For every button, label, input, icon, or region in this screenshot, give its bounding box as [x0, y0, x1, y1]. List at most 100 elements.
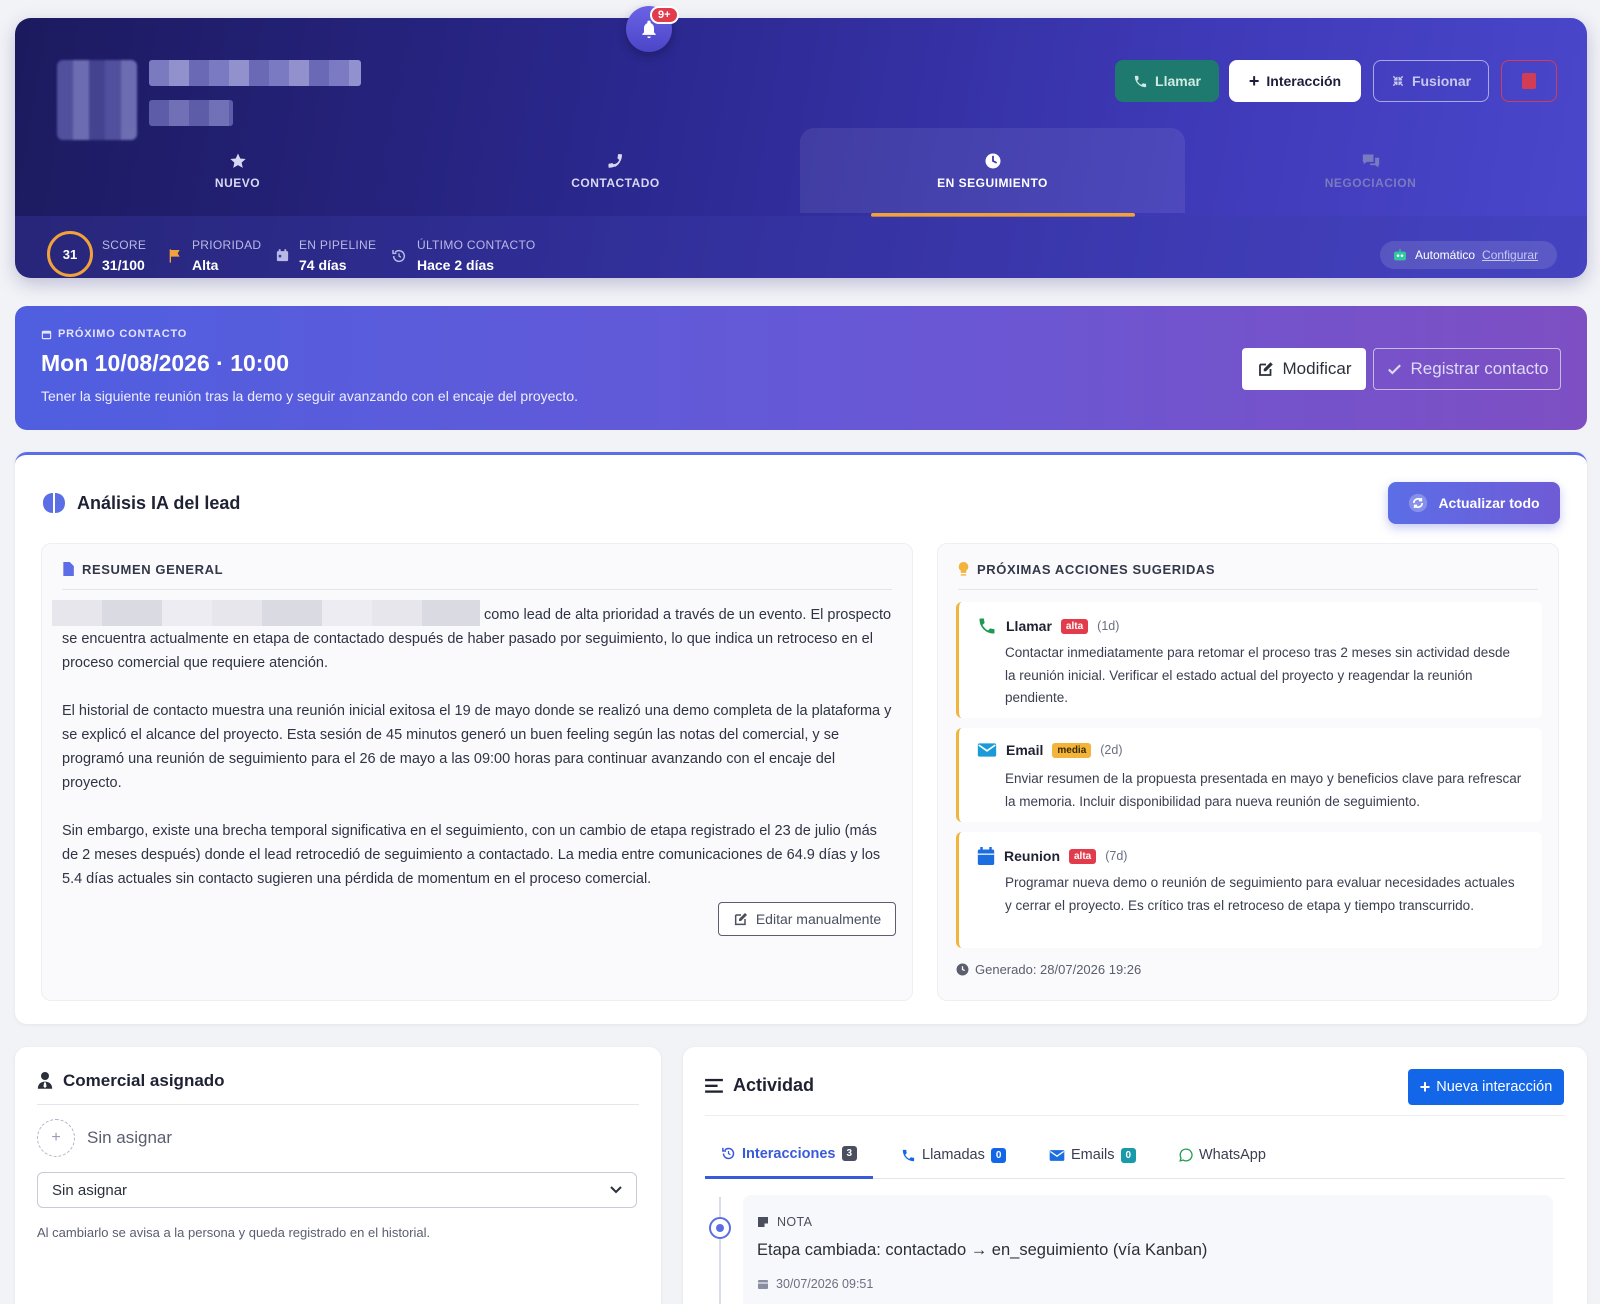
compress-icon — [1392, 75, 1404, 87]
history-icon — [722, 1147, 735, 1160]
summary-paragraph: El historial de contacto muestra una reu… — [62, 703, 892, 791]
edit-manually-button[interactable]: Editar manualmente — [718, 902, 896, 936]
edit-icon — [734, 913, 747, 926]
ai-title-label: Análisis IA del lead — [77, 492, 241, 513]
stat-label: SCORE — [102, 238, 147, 252]
plus-icon: + — [1248, 70, 1260, 91]
note-type-label: NOTA — [777, 1215, 813, 1229]
stage-negociacion[interactable]: NEGOCIACION — [1178, 128, 1563, 213]
action-text: Contactar inmediatamente para retomar el… — [1005, 645, 1511, 705]
register-contact-button[interactable]: Registrar contacto — [1373, 348, 1561, 390]
stage-en-seguimiento[interactable]: EN SEGUIMIENTO — [800, 128, 1185, 213]
salesperson-select-value: Sin asignar — [52, 1181, 128, 1199]
edit-label: Editar manualmente — [755, 911, 882, 927]
lightbulb-icon — [958, 562, 969, 576]
summary-header: RESUMEN GENERAL — [62, 562, 892, 590]
delete-button[interactable] — [1501, 60, 1557, 102]
tab-emails[interactable]: Emails 0 — [1049, 1131, 1137, 1179]
activity-title-label: Actividad — [733, 1075, 815, 1095]
salesperson-select[interactable]: Sin asignar — [37, 1172, 637, 1208]
merge-button[interactable]: Fusionar — [1373, 60, 1489, 102]
note-type: NOTA — [757, 1215, 812, 1229]
new-interaction-button[interactable]: + Nueva interacción — [1408, 1069, 1564, 1105]
clock-icon — [985, 153, 1000, 168]
next-contact-description: Tener la siguiente reunión tras la demo … — [41, 388, 578, 404]
stage-contactado[interactable]: CONTACTADO — [423, 128, 808, 213]
assigned-title-label: Comercial asignado — [63, 1071, 225, 1090]
timeline-note[interactable]: NOTA Etapa cambiada: contactado → en_seg… — [743, 1195, 1553, 1304]
auto-label: Automático — [1415, 248, 1476, 262]
action-days: (2d) — [1100, 743, 1123, 757]
flag-icon — [169, 249, 180, 263]
stage-label: EN SEGUIMIENTO — [937, 175, 1048, 190]
actions-panel: PRÓXIMAS ACCIONES SUGERIDAS Llamar alta … — [937, 543, 1559, 1001]
stat-label: PRIORIDAD — [192, 238, 262, 252]
suggested-action[interactable]: Email media (2d) Enviar resumen de la pr… — [956, 728, 1542, 822]
whatsapp-icon — [1179, 1148, 1193, 1162]
action-days: (7d) — [1105, 849, 1128, 863]
suggested-action[interactable]: Reunion alta (7d) Programar nueva demo o… — [956, 832, 1542, 948]
configure-link[interactable]: Configurar — [1482, 248, 1538, 262]
priority-badge: media — [1052, 742, 1092, 758]
document-icon — [63, 562, 74, 576]
register-label: Registrar contacto — [1410, 359, 1549, 378]
tab-whatsapp[interactable]: WhatsApp — [1179, 1131, 1266, 1179]
summary-paragraph: Sin embargo, existe una brecha temporal … — [62, 823, 881, 887]
calendar-icon — [276, 249, 289, 262]
tab-label: Emails — [1071, 1147, 1115, 1163]
stat-pipeline: EN PIPELINE 74 días — [299, 238, 376, 273]
tab-count: 0 — [990, 1147, 1007, 1163]
summary-title: RESUMEN GENERAL — [82, 562, 224, 577]
score-ring: 31 — [47, 231, 93, 277]
stage-nuevo[interactable]: NUEVO — [45, 128, 430, 213]
stat-value: Hace 2 días — [417, 257, 495, 273]
note-date: 30/07/2026 09:51 — [757, 1277, 873, 1291]
stat-score: SCORE 31/100 — [102, 238, 146, 273]
summary-text: como lead de alta prioridad a través de … — [52, 600, 892, 915]
add-interaction-button[interactable]: + Interacción — [1229, 60, 1361, 102]
stat-value: 31/100 — [102, 257, 145, 273]
activity-tabs: Interacciones 3 Llamadas 0 Emails 0 What… — [705, 1131, 1565, 1179]
envelope-icon — [977, 743, 997, 757]
next-contact-datetime: Mon 10/08/2026 · 10:00 — [41, 350, 290, 376]
phone-icon — [1134, 75, 1147, 87]
stat-value: 74 días — [299, 257, 347, 273]
call-button[interactable]: Llamar — [1115, 60, 1219, 102]
tab-label: Interacciones — [742, 1145, 836, 1162]
stage-label: NEGOCIACION — [1324, 175, 1417, 190]
assigned-salesperson-card: Comercial asignado + Sin asignar Sin asi… — [15, 1047, 661, 1304]
modify-button[interactable]: Modificar — [1242, 348, 1366, 390]
trash-icon — [1522, 73, 1536, 89]
plus-icon[interactable]: + — [37, 1119, 75, 1157]
stat-label: ÚLTIMO CONTACTO — [417, 238, 536, 252]
modify-label: Modificar — [1282, 359, 1352, 378]
stat-label: EN PIPELINE — [299, 238, 377, 252]
generated-timestamp: Generado: 28/07/2026 19:26 — [956, 962, 1141, 977]
clock-icon — [956, 963, 969, 976]
phone-icon — [979, 618, 995, 634]
phone-icon — [608, 153, 622, 168]
stage-label: CONTACTADO — [571, 175, 660, 190]
tab-interacciones[interactable]: Interacciones 3 — [705, 1131, 874, 1179]
actions-title: PRÓXIMAS ACCIONES SUGERIDAS — [977, 562, 1216, 577]
tab-count: 0 — [1120, 1147, 1137, 1163]
refresh-all-button[interactable]: Actualizar todo — [1388, 482, 1560, 524]
new-interaction-label: Nueva interacción — [1436, 1079, 1553, 1095]
calendar-icon — [41, 330, 52, 339]
tab-label: WhatsApp — [1199, 1147, 1266, 1163]
user-tie-icon — [37, 1072, 53, 1089]
star-icon — [229, 153, 246, 168]
list-icon — [705, 1078, 723, 1093]
suggested-action[interactable]: Llamar alta (1d) Contactar inmediatament… — [956, 602, 1542, 718]
action-type: Reunion — [1004, 848, 1060, 864]
history-icon — [392, 249, 406, 263]
plus-icon: + — [1419, 1076, 1431, 1097]
note-date-label: 30/07/2026 09:51 — [776, 1277, 874, 1291]
tab-llamadas[interactable]: Llamadas 0 — [901, 1131, 1007, 1179]
lead-name-redacted — [149, 60, 361, 86]
interaction-label: Interacción — [1266, 73, 1342, 89]
action-head: Email media (2d) — [977, 742, 1123, 758]
divider — [705, 1115, 1565, 1116]
timeline-dot — [709, 1217, 731, 1239]
refresh-icon — [1409, 493, 1428, 513]
